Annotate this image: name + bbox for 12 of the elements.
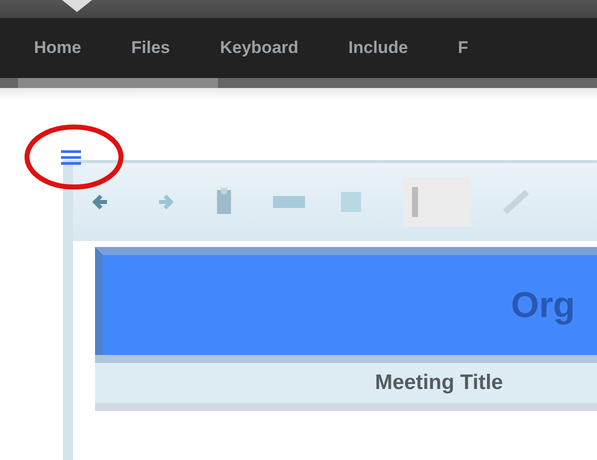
input-field[interactable] [403,177,471,227]
nav-link[interactable]: Include [348,38,408,58]
notch-icon [62,0,92,12]
nav-link[interactable]: F [458,38,468,58]
text-cursor-icon [411,187,419,217]
nav-link[interactable]: Home [34,38,82,58]
column-header[interactable]: Meeting Title [375,371,503,395]
menu-icon[interactable] [61,148,81,166]
banner-title: Org [511,284,576,326]
nav-link[interactable]: Keyboard [220,38,298,58]
nav-link[interactable]: Files [131,38,170,58]
square-icon[interactable] [339,190,363,214]
